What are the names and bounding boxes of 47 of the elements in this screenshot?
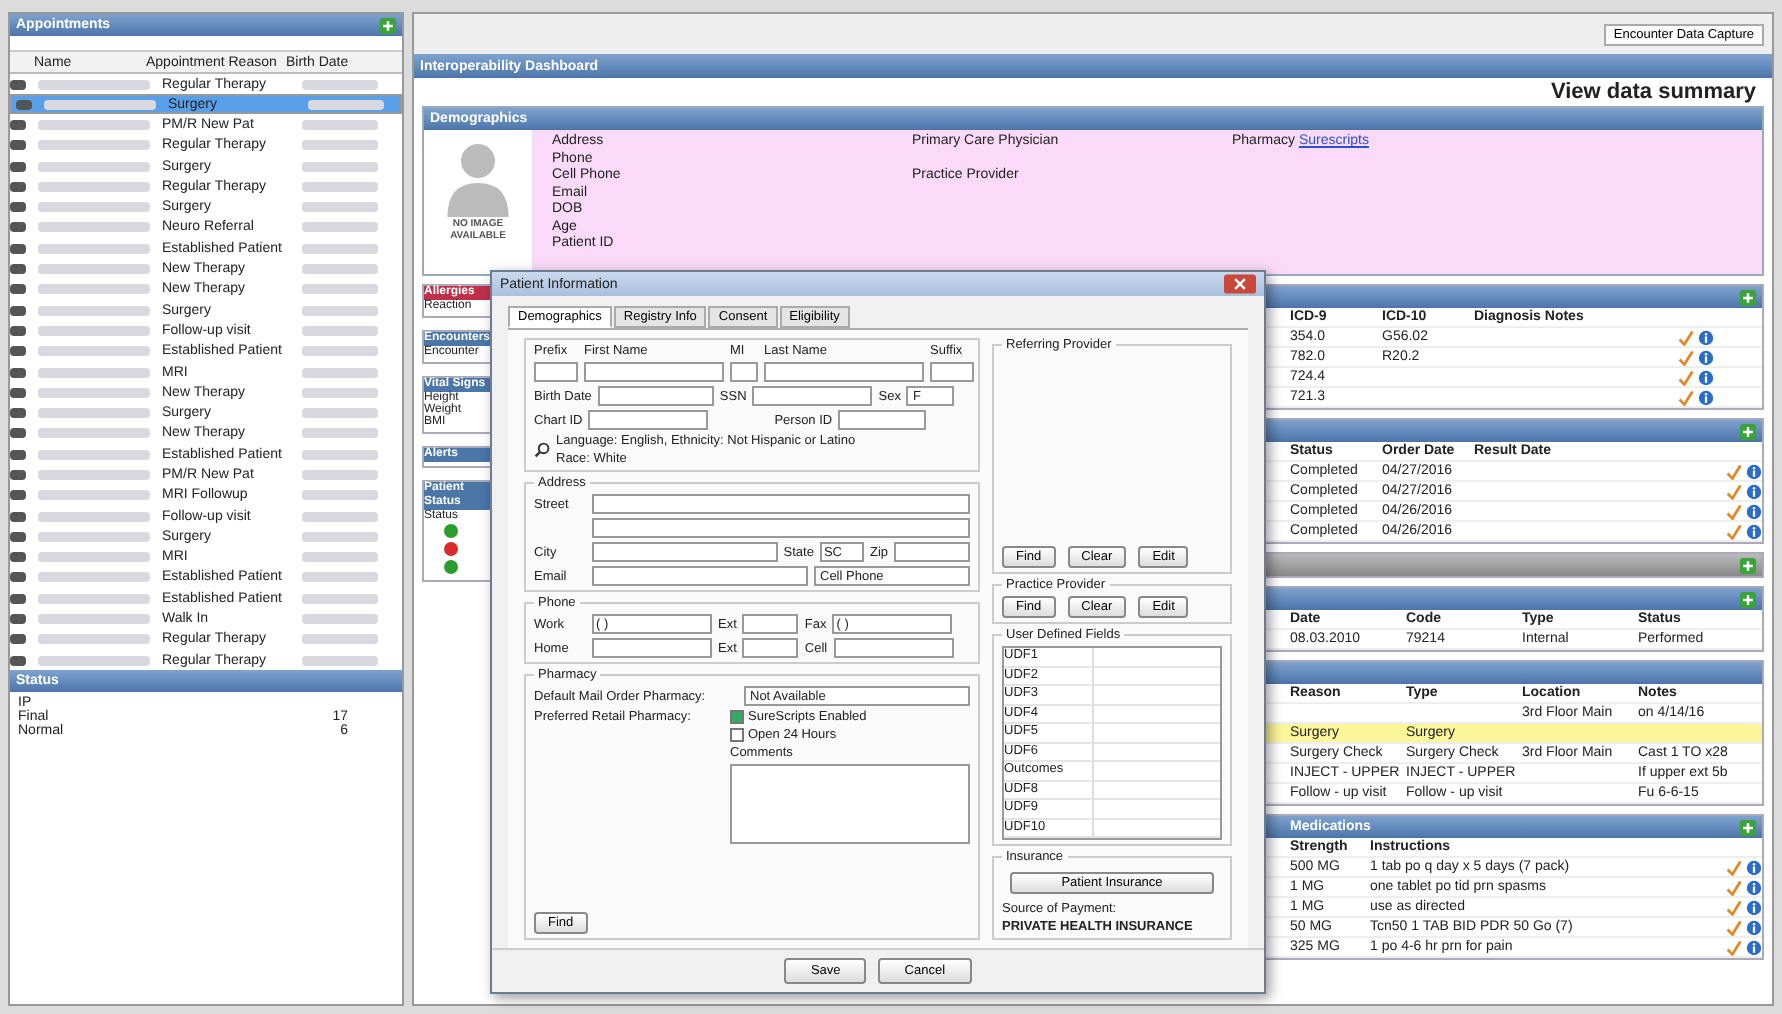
chart-id-field[interactable] — [588, 410, 709, 430]
info-icon[interactable] — [1746, 503, 1762, 519]
checkbox[interactable] — [730, 728, 744, 742]
info-icon[interactable] — [1698, 389, 1714, 405]
add-icon[interactable] — [1740, 591, 1756, 607]
add-icon[interactable] — [380, 17, 396, 33]
home-phone-field[interactable] — [592, 638, 712, 658]
zip-field[interactable] — [894, 542, 970, 562]
person-silhouette-icon — [444, 138, 512, 218]
close-icon[interactable] — [1224, 274, 1256, 294]
email-field[interactable] — [592, 566, 808, 586]
info-icon[interactable] — [1698, 329, 1714, 345]
street-field[interactable] — [592, 518, 970, 538]
checkbox[interactable] — [730, 710, 744, 724]
add-icon[interactable] — [1740, 423, 1756, 439]
info-icon[interactable] — [1746, 463, 1762, 479]
status-dot — [444, 560, 458, 574]
text-field[interactable] — [730, 362, 758, 382]
info-icon[interactable] — [1746, 919, 1762, 935]
text-field[interactable] — [930, 362, 974, 382]
status-dot — [444, 524, 458, 538]
text-field[interactable] — [764, 362, 924, 382]
street-field[interactable] — [592, 494, 970, 514]
ssn-field[interactable] — [752, 386, 873, 406]
add-icon[interactable] — [1740, 289, 1756, 305]
comments-field[interactable] — [730, 764, 970, 844]
date-field[interactable] — [597, 386, 714, 406]
city-field[interactable] — [592, 542, 778, 562]
search-icon[interactable] — [534, 442, 550, 458]
info-icon[interactable] — [1746, 859, 1762, 875]
status-dot — [444, 542, 458, 556]
info-icon[interactable] — [1746, 879, 1762, 895]
add-icon[interactable] — [1740, 819, 1756, 835]
info-icon[interactable] — [1746, 523, 1762, 539]
text-field[interactable] — [584, 362, 724, 382]
summary-link[interactable]: View data summary — [1550, 80, 1756, 104]
info-icon[interactable] — [1698, 349, 1714, 365]
text-field[interactable] — [534, 362, 578, 382]
info-icon[interactable] — [1698, 369, 1714, 385]
cell-phone-field[interactable] — [833, 638, 954, 658]
info-icon[interactable] — [1746, 939, 1762, 955]
person-id-field[interactable] — [838, 410, 927, 430]
ext-field[interactable] — [742, 614, 799, 634]
info-icon[interactable] — [1746, 899, 1762, 915]
add-icon[interactable] — [1740, 557, 1756, 573]
info-icon[interactable] — [1746, 483, 1762, 499]
ext-field[interactable] — [742, 638, 799, 658]
